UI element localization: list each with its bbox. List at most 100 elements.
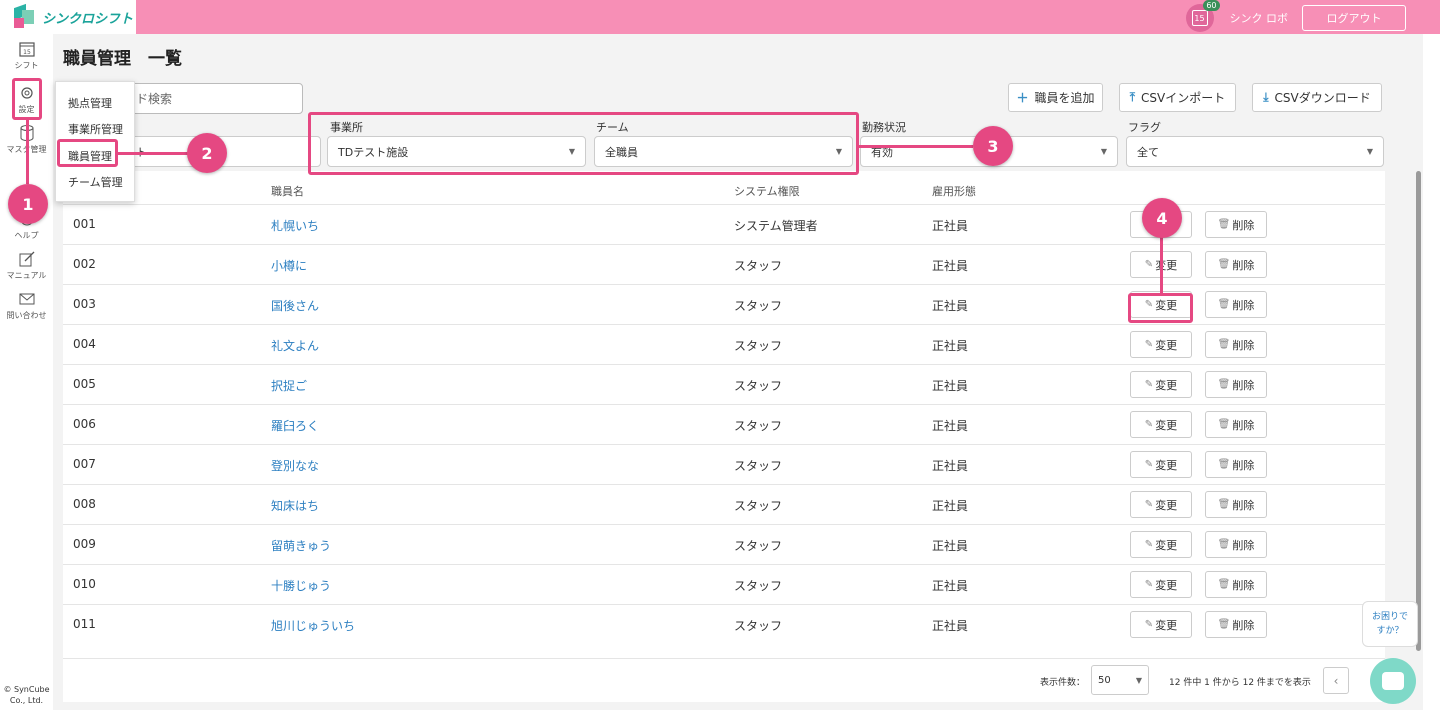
delete-button[interactable]: 🗑 削除 bbox=[1205, 291, 1267, 318]
header-type: 雇用形態 bbox=[932, 185, 976, 198]
delete-button[interactable]: 🗑 削除 bbox=[1205, 611, 1267, 638]
staff-id: 006 bbox=[73, 417, 96, 431]
delete-button[interactable]: 🗑 削除 bbox=[1205, 531, 1267, 558]
trash-icon: 🗑 bbox=[1217, 379, 1231, 390]
delete-button[interactable]: 🗑 削除 bbox=[1205, 571, 1267, 598]
download-icon: ⤓ bbox=[1263, 90, 1269, 104]
delete-button[interactable]: 🗑 削除 bbox=[1205, 251, 1267, 278]
delete-button[interactable]: 🗑 削除 bbox=[1205, 331, 1267, 358]
help-bubble[interactable]: お困りで すか？ bbox=[1362, 601, 1418, 647]
edit-button[interactable]: ✎変更 bbox=[1130, 371, 1192, 398]
highlight-settings bbox=[12, 78, 42, 120]
edit-button[interactable]: ✎変更 bbox=[1130, 611, 1192, 638]
staff-role: スタッフ bbox=[734, 499, 783, 513]
staff-role: スタッフ bbox=[734, 419, 783, 433]
edit-button[interactable]: ✎変更 bbox=[1130, 571, 1192, 598]
trash-icon: 🗑 bbox=[1217, 339, 1231, 350]
staff-role: システム管理者 bbox=[734, 219, 818, 233]
delete-button[interactable]: 🗑 削除 bbox=[1205, 411, 1267, 438]
logo-icon bbox=[12, 3, 36, 30]
staff-type: 正社員 bbox=[932, 499, 969, 513]
staff-role: スタッフ bbox=[734, 539, 783, 553]
pencil-icon: ✎ bbox=[1144, 379, 1154, 390]
staff-type: 正社員 bbox=[932, 539, 969, 553]
per-page-select[interactable]: 50 ▼ bbox=[1091, 665, 1149, 695]
staff-id: 003 bbox=[73, 297, 96, 311]
staff-role: スタッフ bbox=[734, 579, 783, 593]
search-input[interactable]: ド検索 bbox=[125, 83, 303, 114]
delete-button[interactable]: 🗑 削除 bbox=[1205, 491, 1267, 518]
logout-button[interactable]: ログアウト bbox=[1302, 5, 1406, 31]
sidebar-item-shift[interactable]: 15 シフト bbox=[0, 40, 53, 71]
pencil-icon: ✎ bbox=[1144, 259, 1154, 270]
staff-role: スタッフ bbox=[734, 379, 783, 393]
edit-button[interactable]: ✎変更 bbox=[1130, 451, 1192, 478]
staff-name-link[interactable]: 札幌いち bbox=[271, 217, 319, 234]
add-staff-button[interactable]: ＋職員を追加 bbox=[1008, 83, 1103, 112]
prev-page-button[interactable]: ‹ bbox=[1323, 667, 1349, 694]
calendar-notification-icon[interactable]: 15 60 bbox=[1185, 0, 1220, 32]
table-row: 004 礼文よん スタッフ 正社員 ✎ 変更 🗑 削除 bbox=[63, 324, 1385, 364]
sidebar-item-contact[interactable]: 問い合わせ bbox=[0, 290, 53, 321]
delete-button[interactable]: 🗑 削除 bbox=[1205, 451, 1267, 478]
staff-id: 011 bbox=[73, 617, 96, 631]
svg-text:15: 15 bbox=[23, 49, 31, 56]
staff-name-link[interactable]: 小樽に bbox=[271, 257, 307, 274]
arrow-4 bbox=[1160, 237, 1163, 293]
staff-role: スタッフ bbox=[734, 259, 783, 273]
staff-name-link[interactable]: 旭川じゅういち bbox=[271, 617, 355, 634]
trash-icon: 🗑 bbox=[1217, 459, 1231, 470]
table-row: 002 小樽に スタッフ 正社員 ✎ 変更 🗑 削除 bbox=[63, 244, 1385, 284]
staff-type: 正社員 bbox=[932, 219, 969, 233]
flag-select[interactable]: 全て ▼ bbox=[1126, 136, 1384, 167]
staff-id: 007 bbox=[73, 457, 96, 471]
menu-item-team[interactable]: チーム管理 bbox=[68, 174, 123, 190]
delete-button[interactable]: 🗑 削除 bbox=[1205, 211, 1267, 238]
app-logo[interactable]: シンクロシフト bbox=[0, 0, 136, 34]
copyright: © SynCube Co., Ltd. bbox=[3, 685, 50, 705]
csv-import-button[interactable]: ⤒ CSVインポート bbox=[1119, 83, 1236, 112]
edit-icon bbox=[19, 251, 34, 267]
csv-download-button[interactable]: ⤓ CSVダウンロード bbox=[1252, 83, 1382, 112]
staff-name-link[interactable]: 羅臼ろく bbox=[271, 417, 319, 434]
staff-id: 001 bbox=[73, 217, 96, 231]
staff-name-link[interactable]: 礼文よん bbox=[271, 337, 319, 354]
delete-button[interactable]: 🗑 削除 bbox=[1205, 371, 1267, 398]
chevron-down-icon: ▼ bbox=[1100, 147, 1107, 156]
staff-name-link[interactable]: 十勝じゅう bbox=[271, 577, 331, 594]
table-row: 010 十勝じゅう スタッフ 正社員 ✎ 変更 🗑 削除 bbox=[63, 564, 1385, 604]
staff-name-link[interactable]: 知床はち bbox=[271, 497, 319, 514]
notification-count: 60 bbox=[1203, 0, 1220, 11]
staff-role: スタッフ bbox=[734, 459, 783, 473]
staff-name-link[interactable]: 留萌きゅう bbox=[271, 537, 331, 554]
edit-button[interactable]: ✎変更 bbox=[1130, 411, 1192, 438]
chatbot-icon[interactable] bbox=[1370, 658, 1416, 704]
edit-button[interactable]: ✎変更 bbox=[1130, 531, 1192, 558]
staff-type: 正社員 bbox=[932, 579, 969, 593]
pencil-icon: ✎ bbox=[1144, 419, 1154, 430]
table-row: 007 登別なな スタッフ 正社員 ✎ 変更 🗑 削除 bbox=[63, 444, 1385, 484]
logo-text: シンクロシフト bbox=[42, 11, 134, 27]
trash-icon: 🗑 bbox=[1217, 259, 1231, 270]
edit-button[interactable]: ✎変更 bbox=[1130, 331, 1192, 358]
edit-button[interactable]: ✎変更 bbox=[1130, 491, 1192, 518]
staff-name-link[interactable]: 国後さん bbox=[271, 297, 319, 314]
menu-item-base[interactable]: 拠点管理 bbox=[68, 95, 112, 111]
staff-id: 002 bbox=[73, 257, 96, 271]
pencil-icon: ✎ bbox=[1144, 339, 1154, 350]
sidebar-item-manual[interactable]: マニュアル bbox=[0, 250, 53, 281]
scrollbar[interactable] bbox=[1416, 171, 1421, 651]
status-filter-label: 勤務状況 bbox=[862, 121, 906, 134]
page-title: 職員管理 一覧 bbox=[63, 49, 182, 69]
staff-name-link[interactable]: 登別なな bbox=[271, 457, 319, 474]
mail-icon bbox=[19, 293, 34, 305]
trash-icon: 🗑 bbox=[1217, 579, 1231, 590]
trash-icon: 🗑 bbox=[1217, 619, 1231, 630]
highlight-edit bbox=[1128, 293, 1193, 323]
trash-icon: 🗑 bbox=[1217, 499, 1231, 510]
menu-item-office[interactable]: 事業所管理 bbox=[68, 121, 123, 137]
pencil-icon: ✎ bbox=[1144, 499, 1154, 510]
staff-name-link[interactable]: 択捉ご bbox=[271, 377, 307, 394]
step-badge-1: 1 bbox=[8, 184, 48, 224]
trash-icon: 🗑 bbox=[1217, 299, 1231, 310]
